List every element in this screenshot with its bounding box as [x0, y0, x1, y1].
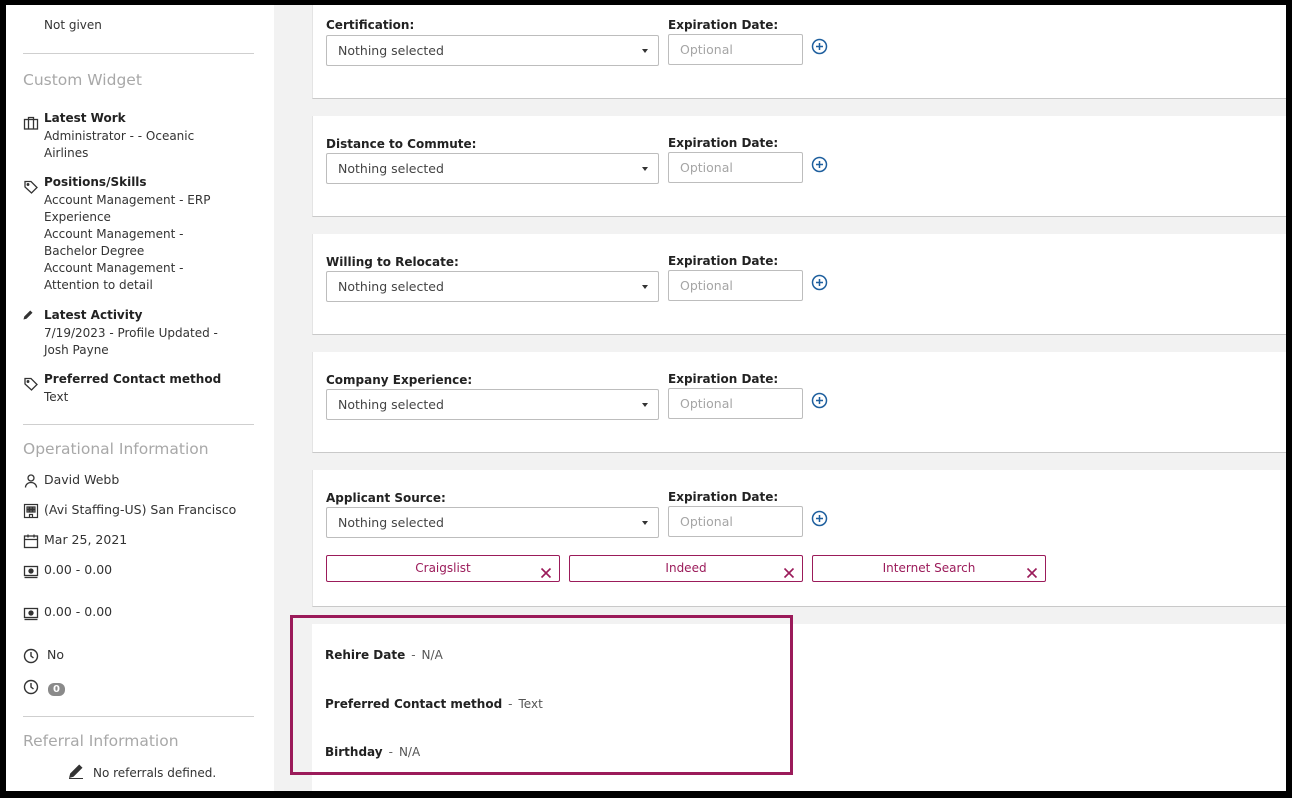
applicant-source-card: Applicant Source: Expiration Date: Nothi…: [312, 470, 1286, 607]
remove-x-icon[interactable]: [540, 563, 552, 579]
clock-icon: [23, 648, 39, 664]
applicant-source-tag: Internet Search: [812, 555, 1046, 582]
willing-to-relocate-card: Willing to Relocate: Expiration Date: No…: [312, 234, 1286, 335]
latest-work-line: Airlines: [44, 146, 89, 160]
rehire-date-value: N/A: [421, 648, 443, 662]
plus-circle-icon[interactable]: [811, 274, 828, 291]
expiration-date-label: Expiration Date:: [668, 372, 779, 386]
company-experience-card: Company Experience: Expiration Date: Not…: [312, 352, 1286, 453]
positions-skills-line: Bachelor Degree: [44, 244, 145, 258]
latest-activity-label: Latest Activity: [44, 308, 143, 322]
branch-name: (Avi Staffing-US) San Francisco: [44, 502, 237, 517]
preferred-contact-label: Preferred Contact method: [44, 372, 222, 386]
expiration-date-input[interactable]: Optional: [668, 152, 803, 183]
applicant-source-select[interactable]: Nothing selected: [326, 507, 659, 538]
willing-to-relocate-label: Willing to Relocate:: [326, 255, 459, 269]
remove-x-icon[interactable]: [1026, 563, 1038, 579]
building-icon: [23, 503, 39, 519]
custom-widget-title: Custom Widget: [23, 71, 142, 89]
caret-down-icon: [642, 285, 648, 289]
caret-down-icon: [642, 167, 648, 171]
money-icon: [23, 605, 39, 621]
preferred-contact-value: Text: [518, 697, 543, 711]
certification-select[interactable]: Nothing selected: [326, 35, 659, 66]
company-experience-select[interactable]: Nothing selected: [326, 389, 659, 420]
expiration-date-input[interactable]: Optional: [668, 506, 803, 537]
certification-label: Certification:: [326, 18, 415, 32]
positions-skills-line: Attention to detail: [44, 278, 153, 292]
applicant-source-tag: Indeed: [569, 555, 803, 582]
pencil-icon: [68, 763, 84, 779]
birthday-row: Birthday - N/A: [325, 745, 421, 759]
count-badge: 0: [48, 677, 65, 696]
positions-skills-line: Experience: [44, 210, 111, 224]
left-sidebar: Not given Custom Widget Latest Work Admi…: [6, 5, 274, 791]
willing-to-relocate-select[interactable]: Nothing selected: [326, 271, 659, 302]
positions-skills-line: Account Management - ERP: [44, 193, 211, 207]
pay-range: 0.00 - 0.00: [44, 562, 113, 577]
plus-circle-icon[interactable]: [811, 392, 828, 409]
money-icon: [23, 563, 39, 579]
caret-down-icon: [642, 521, 648, 525]
positions-skills-label: Positions/Skills: [44, 175, 147, 189]
email-consent-value: Not given: [44, 18, 102, 32]
expiration-date-label: Expiration Date:: [668, 136, 779, 150]
distance-to-commute-card: Distance to Commute: Expiration Date: No…: [312, 116, 1286, 217]
email-consent-label-fragment: [23, 5, 223, 7]
birthday-value: N/A: [398, 745, 421, 759]
no-referrals-text: No referrals defined.: [93, 766, 217, 780]
expiration-date-input[interactable]: Optional: [668, 270, 803, 301]
caret-down-icon: [642, 49, 648, 53]
company-experience-label: Company Experience:: [326, 373, 473, 387]
preferred-contact-value: Text: [44, 390, 69, 404]
latest-activity-line: 7/19/2023 - Profile Updated -: [44, 326, 218, 340]
latest-work-line: Administrator - - Oceanic: [44, 129, 195, 143]
applicant-source-label: Applicant Source:: [326, 491, 446, 505]
sidebar-divider: [23, 53, 254, 54]
caret-down-icon: [642, 403, 648, 407]
tag-icon: [23, 376, 39, 392]
plus-circle-icon[interactable]: [811, 156, 828, 173]
plus-circle-icon[interactable]: [811, 510, 828, 527]
owner-name[interactable]: David Webb: [44, 471, 119, 488]
expiration-date-input[interactable]: Optional: [668, 34, 803, 65]
clock-icon: [23, 679, 39, 695]
sidebar-divider: [23, 424, 254, 425]
pay-range: 0.00 - 0.00: [44, 604, 113, 619]
rehire-date-row: Rehire Date - N/A: [325, 648, 443, 662]
pencil-icon: [22, 306, 34, 320]
positions-skills-line: Account Management -: [44, 227, 184, 241]
remove-x-icon[interactable]: [783, 563, 795, 579]
person-icon: [23, 473, 39, 489]
expiration-date-label: Expiration Date:: [668, 18, 779, 32]
latest-activity-line: Josh Payne: [44, 343, 109, 357]
preferred-contact-row: Preferred Contact method - Text: [325, 697, 543, 711]
details-section: Rehire Date - N/A Preferred Contact method…: [312, 624, 1286, 791]
applicant-source-tag: Craigslist: [326, 555, 560, 582]
expiration-date-label: Expiration Date:: [668, 490, 779, 504]
clock-value: No: [47, 647, 64, 662]
certification-card: Certification: Expiration Date: Nothing …: [312, 5, 1286, 99]
operational-information-title: Operational Information: [23, 440, 209, 458]
expiration-date-input[interactable]: Optional: [668, 388, 803, 419]
tag-label: Indeed: [665, 561, 707, 575]
birthday-label: Birthday: [325, 745, 383, 759]
briefcase-icon: [23, 115, 39, 131]
tag-label: Internet Search: [882, 561, 976, 575]
positions-skills-line: Account Management -: [44, 261, 184, 275]
referral-information-title: Referral Information: [23, 732, 179, 750]
rehire-date-label: Rehire Date: [325, 648, 406, 662]
distance-to-commute-select[interactable]: Nothing selected: [326, 153, 659, 184]
plus-circle-icon[interactable]: [811, 38, 828, 55]
tag-label: Craigslist: [415, 561, 471, 575]
sidebar-divider: [23, 716, 254, 717]
calendar-icon: [23, 533, 39, 549]
distance-to-commute-label: Distance to Commute:: [326, 137, 477, 151]
latest-work-label: Latest Work: [44, 111, 126, 125]
record-date: Mar 25, 2021: [44, 532, 128, 547]
tag-icon: [23, 179, 39, 195]
main-panel: Certification: Expiration Date: Nothing …: [274, 5, 1286, 791]
preferred-contact-label: Preferred Contact method: [325, 697, 503, 711]
expiration-date-label: Expiration Date:: [668, 254, 779, 268]
